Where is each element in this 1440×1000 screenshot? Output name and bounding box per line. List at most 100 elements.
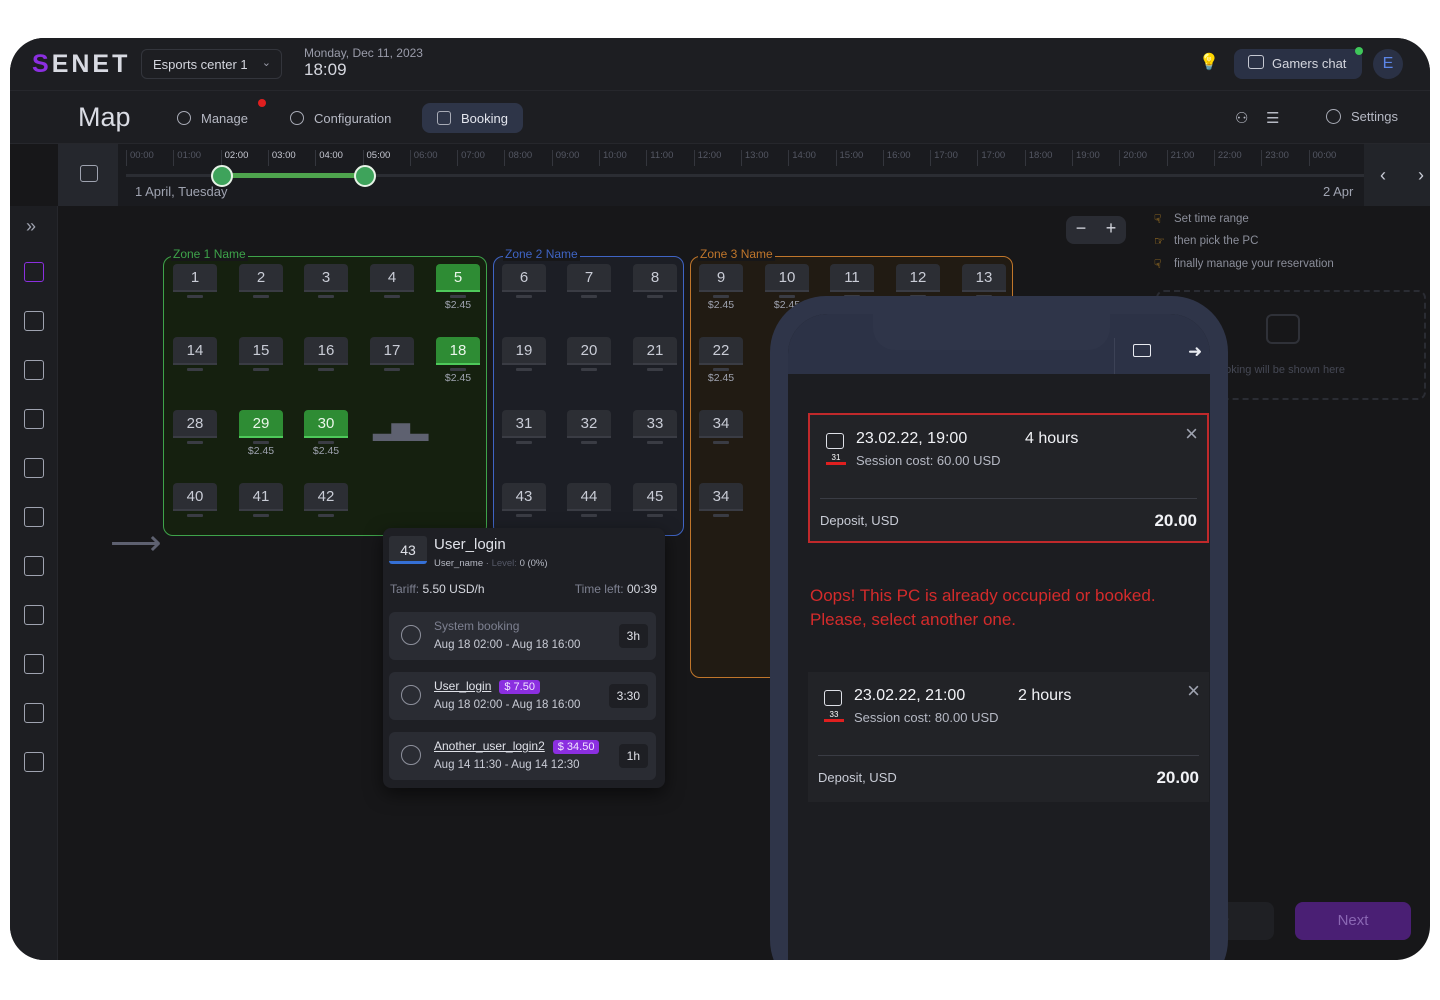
tab-manage[interactable]: Manage xyxy=(177,103,248,133)
booking-user-link[interactable]: Another_user_login2 xyxy=(434,739,545,753)
tab-booking[interactable]: Booking xyxy=(422,103,523,133)
pc-seat[interactable]: 40 xyxy=(173,483,217,517)
pc-seat[interactable]: 33 xyxy=(633,410,677,444)
pc-seat[interactable]: 44 xyxy=(567,483,611,517)
printer-icon[interactable] xyxy=(24,409,44,429)
timeline-hour-label: 12:00 xyxy=(693,150,721,166)
pc-seat[interactable]: 45 xyxy=(633,483,677,517)
pc-stand xyxy=(581,368,597,371)
pc-stand xyxy=(253,441,269,444)
settings-button[interactable]: Settings xyxy=(1326,109,1398,124)
map-icon[interactable] xyxy=(24,262,44,282)
close-icon[interactable]: × xyxy=(1187,678,1200,704)
pc-seat[interactable]: 9 $2.45 xyxy=(699,264,743,311)
pc-number: 21 xyxy=(633,337,677,365)
gamers-chat-button[interactable]: Gamers chat xyxy=(1234,49,1362,79)
tab-configuration[interactable]: Configuration xyxy=(290,103,391,133)
pc-seat[interactable]: 14 xyxy=(173,337,217,371)
booking-user-link[interactable]: User_login xyxy=(434,679,491,693)
back-button[interactable]: r xyxy=(1220,902,1274,940)
pc-seat[interactable]: 1 xyxy=(173,264,217,298)
expand-sidebar-icon[interactable]: » xyxy=(26,216,36,237)
pc-seat[interactable]: 4 xyxy=(370,264,414,298)
kiosk-icon[interactable] xyxy=(24,311,44,331)
cart-icon[interactable] xyxy=(24,360,44,380)
pc-seat[interactable]: 29 $2.45 xyxy=(239,410,283,457)
exit-icon[interactable]: ➜ xyxy=(1188,342,1202,362)
list-view-icon[interactable]: ☰ xyxy=(1266,109,1279,127)
booking-item[interactable]: User_login $ 7.50 Aug 18 02:00 - Aug 18 1… xyxy=(389,672,656,720)
pc-seat[interactable]: 28 xyxy=(173,410,217,444)
pc-seat[interactable]: 19 xyxy=(502,337,546,371)
pc-seat[interactable]: 8 xyxy=(633,264,677,298)
pc-seat[interactable]: 12 xyxy=(896,264,940,298)
pc-seat[interactable]: 42 xyxy=(304,483,348,517)
pc-seat[interactable]: 18 $2.45 xyxy=(436,337,480,384)
browser-icon[interactable] xyxy=(24,458,44,478)
next-button[interactable]: Next xyxy=(1295,902,1411,940)
timeline-prev-button[interactable]: ‹ xyxy=(1364,144,1402,206)
sofa-icon: ▂▅▂ xyxy=(373,414,429,441)
pc-seat[interactable]: 20 xyxy=(567,337,611,371)
pc-seat[interactable]: 34 xyxy=(699,483,743,517)
report-icon[interactable] xyxy=(24,703,44,723)
pc-seat[interactable]: 16 xyxy=(304,337,348,371)
popup-pc-number: 43 xyxy=(389,536,427,564)
lightbulb-icon[interactable]: 💡 xyxy=(1199,52,1219,72)
gear-icon[interactable] xyxy=(24,752,44,772)
timeline-next-button[interactable]: › xyxy=(1402,144,1430,206)
map-view-icon[interactable]: ⚇ xyxy=(1235,109,1248,127)
pc-seat[interactable]: 41 xyxy=(239,483,283,517)
pc-seat[interactable]: 34 xyxy=(699,410,743,444)
popup-user-login: User_login xyxy=(434,536,506,553)
pc-number: 41 xyxy=(239,483,283,511)
users-icon[interactable] xyxy=(24,654,44,674)
pc-seat[interactable]: 7 xyxy=(567,264,611,298)
timeline-hour-label: 06:00 xyxy=(409,150,438,166)
pc-seat[interactable]: 32 xyxy=(567,410,611,444)
chart-icon[interactable] xyxy=(24,507,44,527)
pc-seat[interactable]: 22 $2.45 xyxy=(699,337,743,384)
booking-item[interactable]: Another_user_login2 $ 34.50 Aug 14 11:30 … xyxy=(389,732,656,780)
pc-seat[interactable]: 2 xyxy=(239,264,283,298)
pc-seat[interactable]: 17 xyxy=(370,337,414,371)
booking-item[interactable]: System booking Aug 18 02:00 - Aug 18 16:… xyxy=(389,612,656,660)
grid-icon[interactable] xyxy=(24,556,44,576)
phone-notch xyxy=(873,314,1110,350)
timeline-selected-range xyxy=(221,173,366,178)
pc-stand xyxy=(187,514,203,517)
pc-seat[interactable]: 13 xyxy=(962,264,1006,298)
pc-seat[interactable]: 6 xyxy=(502,264,546,298)
pointer-down-icon: ☟ xyxy=(1154,212,1162,226)
zoom-out-button[interactable]: − xyxy=(1066,218,1096,239)
pc-user-popup: 43 User_login User_name · Level: 0 (0%) … xyxy=(383,528,665,788)
timeline-start-date: 1 April, Tuesday xyxy=(135,184,228,199)
pc-seat[interactable]: 15 xyxy=(239,337,283,371)
pc-stand xyxy=(581,295,597,298)
folder-icon[interactable] xyxy=(1133,344,1151,357)
pc-number: 28 xyxy=(173,410,217,438)
close-icon[interactable]: × xyxy=(1185,421,1198,447)
avatar[interactable]: E xyxy=(1373,49,1403,79)
range-end-handle[interactable] xyxy=(354,165,376,187)
pc-seat[interactable]: 3 xyxy=(304,264,348,298)
pc-seat[interactable]: 5 $2.45 xyxy=(436,264,480,311)
pc-price: $2.45 xyxy=(707,299,735,311)
calendar-button[interactable] xyxy=(58,144,118,206)
popup-user-meta: User_name · Level: 0 (0%) xyxy=(434,558,548,569)
center-select[interactable]: Esports center 1 ⌄ xyxy=(141,49,282,79)
pc-stand xyxy=(713,441,729,444)
pc-seat[interactable]: 11 xyxy=(830,264,874,298)
pc-number: 2 xyxy=(239,264,283,292)
pc-seat[interactable]: 30 $2.45 xyxy=(304,410,348,457)
booking-placeholder-text: ooking will be shown here xyxy=(1219,364,1345,376)
pc-seat[interactable]: 43 xyxy=(502,483,546,517)
error-message: Oops! This PC is already occupied or boo… xyxy=(810,586,1156,629)
pc-number: 16 xyxy=(304,337,348,365)
zoom-in-button[interactable]: + xyxy=(1096,218,1126,239)
calendar-icon xyxy=(80,165,98,182)
tag-icon[interactable] xyxy=(24,605,44,625)
timeline-hour-label: 09:00 xyxy=(551,150,579,166)
pc-seat[interactable]: 31 xyxy=(502,410,546,444)
pc-seat[interactable]: 21 xyxy=(633,337,677,371)
